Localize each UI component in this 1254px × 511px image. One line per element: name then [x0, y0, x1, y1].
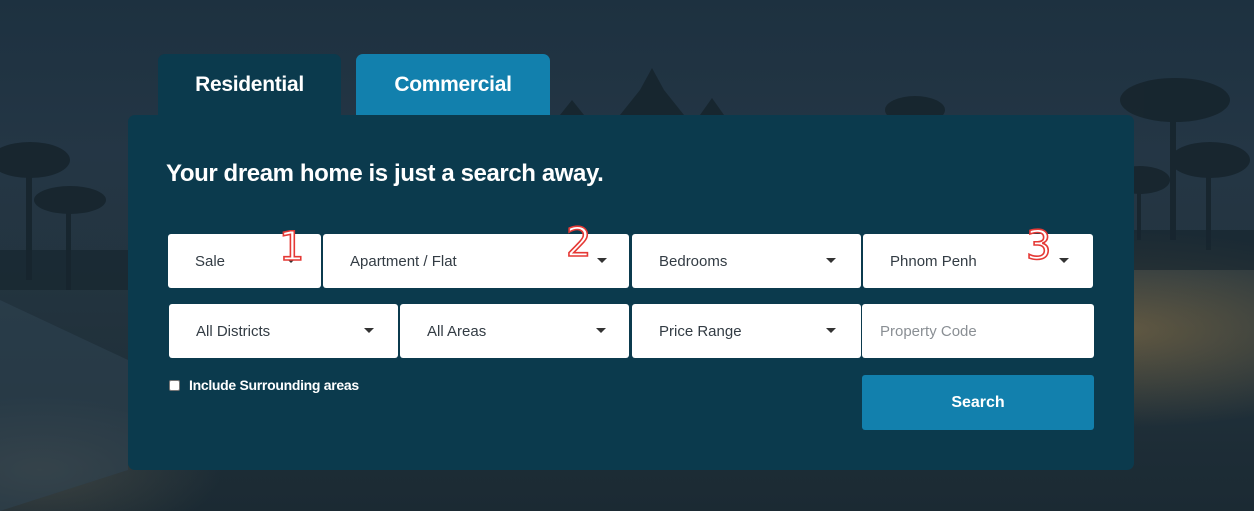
areas-dropdown-value: All Areas	[427, 322, 487, 340]
tab-commercial-label: Commercial	[394, 73, 512, 96]
chevron-down-icon	[826, 328, 836, 333]
districts-dropdown-value: All Districts	[196, 322, 271, 340]
chevron-down-icon	[597, 258, 607, 263]
bedrooms-dropdown-value: Bedrooms	[659, 252, 728, 270]
chevron-down-icon	[826, 258, 836, 263]
annotation-marker-1: 1	[278, 224, 305, 270]
districts-dropdown[interactable]: All Districts	[169, 304, 398, 358]
chevron-down-icon	[364, 328, 374, 333]
price-range-dropdown-value: Price Range	[659, 322, 742, 340]
search-button-label: Search	[951, 393, 1005, 411]
include-surrounding-row: Include Surrounding areas	[169, 377, 359, 393]
sale-dropdown-value: Sale	[195, 252, 226, 270]
property-code-placeholder: Property Code	[880, 322, 977, 340]
chevron-down-icon	[596, 328, 606, 333]
annotation-marker-3: 3	[1025, 223, 1052, 269]
tab-residential[interactable]: Residential	[158, 54, 341, 116]
tab-commercial[interactable]: Commercial	[356, 54, 550, 116]
price-range-dropdown[interactable]: Price Range	[632, 304, 861, 358]
city-dropdown-value: Phnom Penh	[890, 252, 977, 270]
search-button[interactable]: Search	[862, 375, 1094, 430]
annotation-marker-2: 2	[565, 220, 592, 266]
include-surrounding-label: Include Surrounding areas	[189, 377, 359, 393]
tab-residential-label: Residential	[195, 73, 304, 96]
page-title: Your dream home is just a search away.	[166, 160, 604, 187]
property-type-dropdown-value: Apartment / Flat	[350, 252, 457, 270]
property-code-input[interactable]: Property Code	[862, 304, 1094, 358]
bedrooms-dropdown[interactable]: Bedrooms	[632, 234, 861, 288]
chevron-down-icon	[1059, 258, 1069, 263]
include-surrounding-checkbox[interactable]	[169, 379, 180, 391]
city-dropdown[interactable]: Phnom Penh	[863, 234, 1093, 288]
areas-dropdown[interactable]: All Areas	[400, 304, 629, 358]
